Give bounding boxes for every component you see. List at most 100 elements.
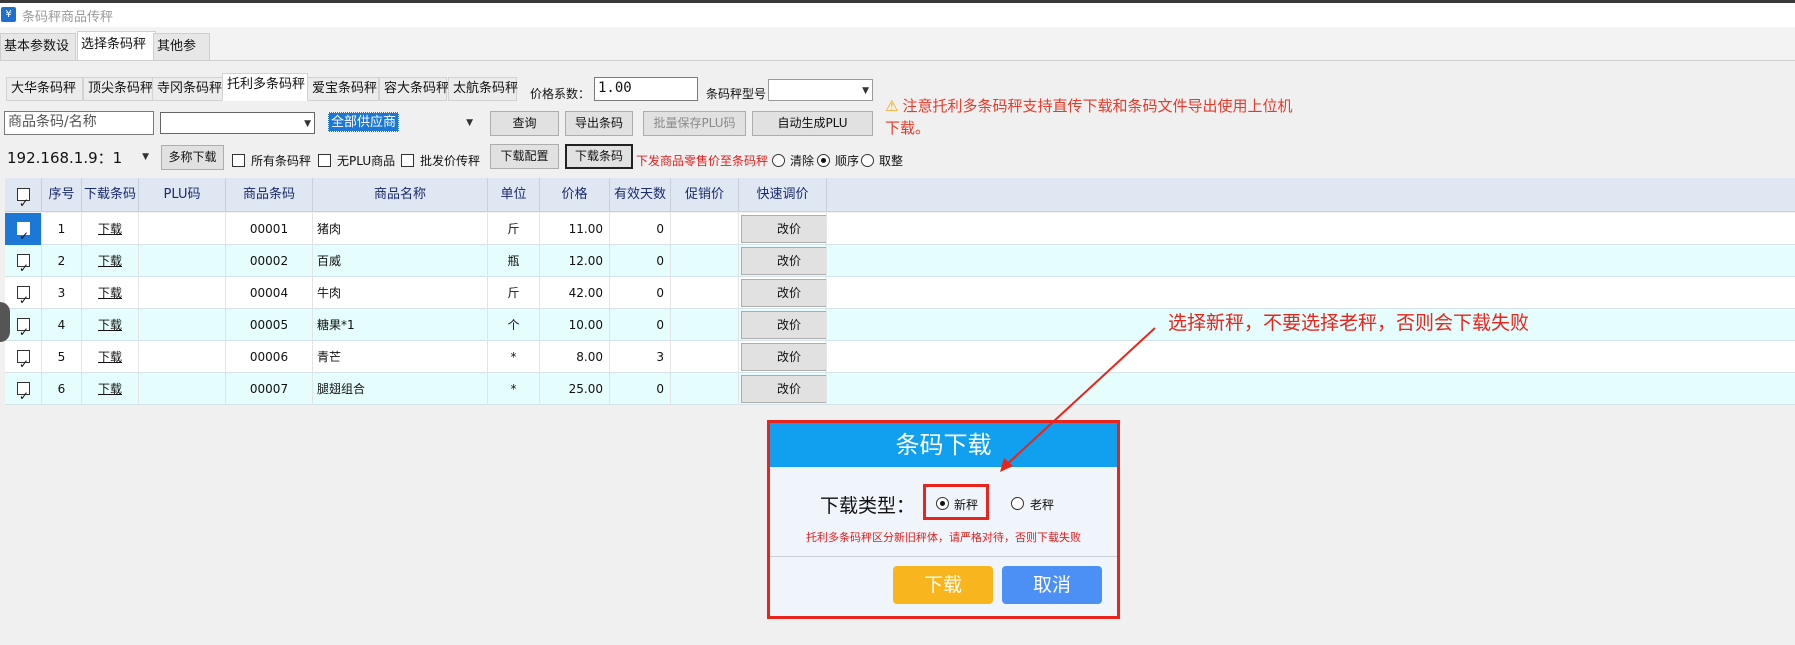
category-select[interactable]: ▼ bbox=[160, 112, 315, 134]
warning-icon: ⚠ bbox=[885, 97, 899, 115]
no-plu-label: 无PLU商品 bbox=[337, 154, 396, 168]
dialog-download-button[interactable]: 下载 bbox=[893, 566, 993, 604]
toledo-warning: ⚠ 注意托利多条码秤支持直传下载和条码文件导出使用上位机下载。 bbox=[885, 95, 1305, 139]
tab-aibao-scale[interactable]: 爱宝条码秤 bbox=[307, 77, 379, 101]
dialog-warning: 托利多条码秤区分新旧秤体，请严格对待，否则下载失败 bbox=[806, 531, 1081, 544]
multi-download-button[interactable]: 多称下载 bbox=[161, 145, 224, 170]
cell-plu bbox=[139, 341, 226, 373]
cell-days: 0 bbox=[610, 373, 671, 405]
query-button[interactable]: 查询 bbox=[490, 111, 559, 136]
export-barcode-button[interactable]: 导出条码 bbox=[565, 111, 633, 136]
table-row[interactable]: 2 下载 00002百威瓶12.000 改价 bbox=[5, 245, 1795, 277]
change-price-button[interactable]: 改价 bbox=[741, 375, 826, 403]
row-select-cell bbox=[5, 373, 42, 405]
download-link[interactable]: 下载 bbox=[98, 254, 122, 268]
row-checkbox[interactable] bbox=[17, 316, 30, 341]
cell-name: 糖果*1 bbox=[313, 309, 488, 341]
tab-basic-params[interactable]: 基本参数设置 bbox=[0, 33, 76, 80]
tab-dingjian-scale[interactable]: 顶尖条码秤 bbox=[83, 77, 156, 101]
scale-model-select[interactable]: ▼ bbox=[768, 79, 873, 101]
tab-select-scale[interactable]: 选择条码秤 bbox=[77, 31, 156, 61]
old-scale-radio[interactable] bbox=[1011, 497, 1024, 510]
tab-taihang-scale[interactable]: 太航条码秤 bbox=[448, 77, 518, 101]
batch-save-plu-button[interactable]: 批量保存PLU码 bbox=[643, 111, 746, 136]
cell-plu bbox=[139, 309, 226, 341]
cell-price: 42.00 bbox=[540, 277, 610, 309]
tab-other-params[interactable]: 其他参数 bbox=[153, 33, 210, 80]
clear-radio[interactable] bbox=[772, 154, 785, 167]
download-link-cell: 下载 bbox=[82, 373, 139, 405]
price-factor-input[interactable]: 1.00 bbox=[594, 77, 698, 101]
tab-toledo-scale[interactable]: 托利多条码秤 bbox=[222, 73, 308, 101]
wholesale-label: 批发价传秤 bbox=[420, 154, 481, 168]
barcode-download-dialog: 条码下载 下载类型： 新秤 老秤 托利多条码秤区分新旧秤体，请严格对待，否则下载… bbox=[767, 420, 1120, 619]
chevron-down-icon: ▼ bbox=[466, 118, 473, 128]
download-barcode-button[interactable]: 下载条码 bbox=[565, 144, 633, 169]
cell-promo bbox=[671, 341, 739, 373]
cell-barcode: 00001 bbox=[226, 213, 313, 245]
quick-price-cell: 改价 bbox=[739, 245, 827, 277]
row-checkbox[interactable] bbox=[17, 252, 30, 277]
table-row[interactable]: 6 下载 00007腿翅组合*25.000 改价 bbox=[5, 373, 1795, 405]
header-promo-price: 促销价 bbox=[671, 178, 739, 212]
cell-plu bbox=[139, 213, 226, 245]
header-barcode: 商品条码 bbox=[226, 178, 313, 212]
all-scales-checkbox[interactable] bbox=[232, 154, 245, 167]
cell-barcode: 00002 bbox=[226, 245, 313, 277]
table-row[interactable]: 5 下载 00006青芒*8.003 改价 bbox=[5, 341, 1795, 373]
grid-header: 序号 下载条码 PLU码 商品条码 商品名称 单位 价格 有效天数 促销价 快速… bbox=[5, 178, 1795, 220]
change-price-button[interactable]: 改价 bbox=[741, 279, 826, 307]
cell-no: 3 bbox=[42, 277, 82, 309]
ip-select[interactable]: 192.168.1.9：1 ▼ bbox=[4, 146, 152, 168]
new-scale-radio[interactable] bbox=[936, 497, 949, 510]
dialog-cancel-button[interactable]: 取消 bbox=[1002, 566, 1102, 604]
tab-sigang-scale[interactable]: 寺冈条码秤 bbox=[152, 77, 224, 101]
row-select-cell bbox=[5, 245, 42, 277]
supplier-select[interactable]: 全部供应商 ▼ bbox=[328, 112, 476, 134]
table-row[interactable]: 3 下载 00004牛肉斤42.000 改价 bbox=[5, 277, 1795, 309]
cell-price: 10.00 bbox=[540, 309, 610, 341]
quick-price-cell: 改价 bbox=[739, 341, 827, 373]
tab-dahua-scale[interactable]: 大华条码秤 bbox=[6, 77, 83, 101]
cell-unit: 斤 bbox=[488, 277, 540, 309]
search-input[interactable]: 商品条码/名称 bbox=[4, 111, 154, 135]
select-all-checkbox[interactable] bbox=[17, 186, 30, 220]
row-checkbox[interactable] bbox=[17, 380, 30, 405]
price-factor-label: 价格系数： bbox=[530, 87, 591, 101]
tab-rongda-scale[interactable]: 容大条码秤 bbox=[379, 77, 449, 101]
chevron-down-icon: ▼ bbox=[862, 86, 869, 96]
window-titlebar: ¥ 条码秤商品传秤 bbox=[0, 0, 1795, 27]
row-checkbox[interactable] bbox=[17, 220, 30, 245]
row-checkbox[interactable] bbox=[17, 348, 30, 373]
download-link[interactable]: 下载 bbox=[98, 382, 122, 396]
cell-days: 0 bbox=[610, 277, 671, 309]
download-link-cell: 下载 bbox=[82, 341, 139, 373]
download-config-button[interactable]: 下载配置 bbox=[490, 144, 559, 169]
download-link[interactable]: 下载 bbox=[98, 350, 122, 364]
download-link-cell: 下载 bbox=[82, 245, 139, 277]
cell-unit: 瓶 bbox=[488, 245, 540, 277]
change-price-button[interactable]: 改价 bbox=[741, 311, 826, 339]
download-link[interactable]: 下载 bbox=[98, 318, 122, 332]
header-price: 价格 bbox=[540, 178, 610, 212]
change-price-button[interactable]: 改价 bbox=[741, 215, 826, 243]
download-link[interactable]: 下载 bbox=[98, 286, 122, 300]
download-link-cell: 下载 bbox=[82, 213, 139, 245]
window-edge-handle[interactable] bbox=[0, 302, 10, 342]
cell-name: 腿翅组合 bbox=[313, 373, 488, 405]
quick-price-cell: 改价 bbox=[739, 309, 827, 341]
yen-icon: ¥ bbox=[1, 7, 16, 22]
row-checkbox[interactable] bbox=[17, 284, 30, 309]
no-plu-checkbox[interactable] bbox=[318, 154, 331, 167]
auto-generate-plu-button[interactable]: 自动生成PLU bbox=[752, 111, 873, 136]
table-row[interactable]: 1 下载 00001猪肉斤11.000 改价 bbox=[5, 213, 1795, 245]
header-plu: PLU码 bbox=[139, 178, 226, 212]
header-select-all[interactable] bbox=[5, 178, 42, 220]
wholesale-checkbox[interactable] bbox=[401, 154, 414, 167]
change-price-button[interactable]: 改价 bbox=[741, 247, 826, 275]
old-scale-label: 老秤 bbox=[1030, 498, 1055, 512]
order-radio[interactable] bbox=[817, 154, 830, 167]
round-radio[interactable] bbox=[861, 154, 874, 167]
change-price-button[interactable]: 改价 bbox=[741, 343, 826, 371]
download-link[interactable]: 下载 bbox=[98, 222, 122, 236]
